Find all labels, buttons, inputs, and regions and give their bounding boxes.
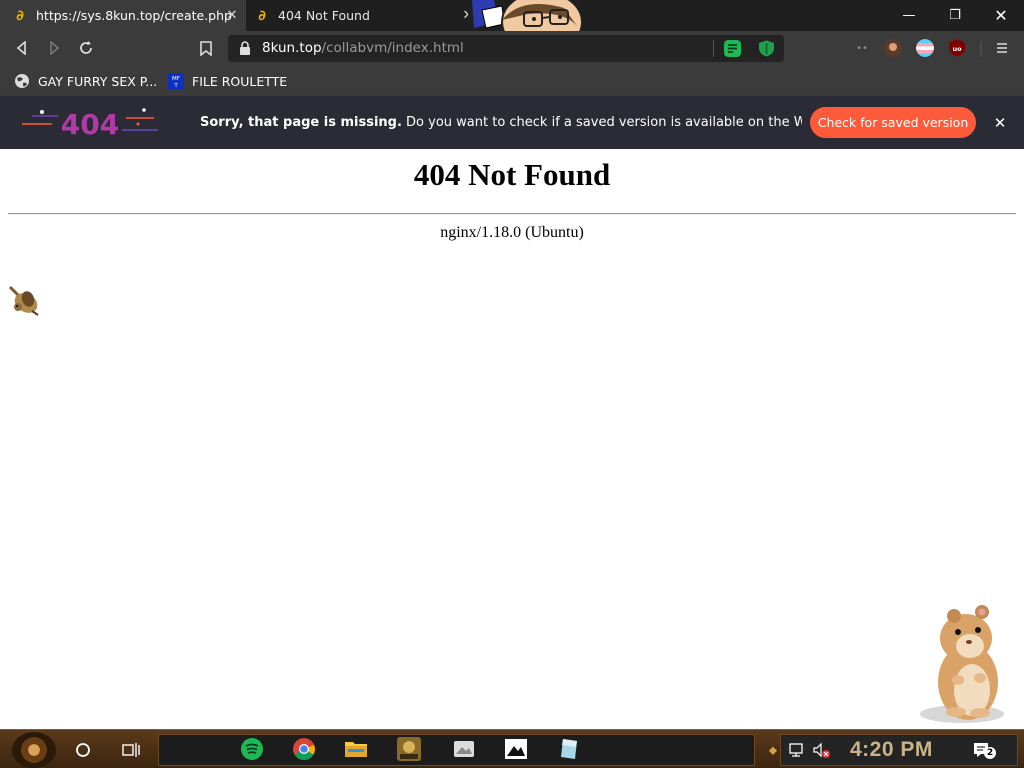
url-text: 8kun.top/collabvm/index.html (262, 40, 464, 56)
back-icon[interactable] (10, 36, 34, 60)
close-tab-icon[interactable]: ✕ (224, 7, 240, 23)
taskbar: ⬥ 4:20 PM (0, 729, 1024, 768)
tab-title: 404 Not Found (278, 8, 370, 23)
close-window-icon[interactable]: ✕ (978, 0, 1024, 31)
toolbar-divider: | (978, 39, 984, 57)
menu-icon[interactable] (990, 36, 1014, 60)
tab-404[interactable]: ∂ 404 Not Found ✕ (246, 0, 476, 31)
mf-favicon-icon: MF T (168, 73, 184, 89)
ice-app-icon[interactable] (557, 737, 581, 761)
bookmark-label: GAY FURRY SEX P... (38, 73, 158, 89)
bookmarks-bar: GAY FURRY SEX P... MF T FILE ROULETTE (0, 65, 1024, 96)
game-icon[interactable] (397, 737, 421, 761)
ublock-icon[interactable]: uo (948, 39, 966, 57)
minimize-icon[interactable]: — (886, 0, 932, 31)
bookmark-gay-furry[interactable]: GAY FURRY SEX P... (14, 71, 157, 91)
lock-icon (240, 41, 250, 55)
globe-icon (14, 73, 30, 89)
extension-dim-icon[interactable]: •• (850, 36, 874, 60)
check-saved-version-button[interactable]: Check for saved version (810, 107, 976, 138)
tab-create-php[interactable]: ∂ https://sys.8kun.top/create.php ✕ (0, 0, 246, 31)
svg-text:MF: MF (172, 76, 180, 82)
bookmark-file-roulette[interactable]: MF T FILE ROULETTE (168, 71, 287, 91)
avatar-extension-icon[interactable] (884, 39, 902, 57)
bird-cursor-image (8, 285, 39, 316)
paperclip-icon: ∂ (258, 7, 266, 24)
bookmark-label: FILE ROULETTE (192, 73, 288, 89)
url-divider (713, 40, 714, 57)
paperclip-icon: ∂ (16, 7, 24, 24)
svg-text:uo: uo (952, 45, 962, 53)
taskbar-clock[interactable]: 4:20 PM (850, 738, 933, 762)
svg-text:T: T (173, 83, 178, 89)
url-host: 8kun.top (262, 40, 322, 56)
page-heading: 404 Not Found (413, 157, 611, 192)
wayback-notice-bar: 404 Sorry, that page is missing. Do you … (0, 96, 1024, 149)
wayback-message-bold: Sorry, that page is missing. (200, 115, 402, 130)
close-notice-icon[interactable]: ✕ (990, 113, 1010, 133)
spotify-icon[interactable] (240, 737, 264, 761)
page-content: 404 Not Found nginx/1.18.0 (Ubuntu) (0, 149, 1024, 729)
restore-icon[interactable]: ❐ (932, 0, 978, 31)
image-viewer-icon[interactable] (504, 737, 528, 761)
start-icon[interactable] (12, 732, 56, 768)
wayback-message: Sorry, that page is missing. Do you want… (200, 115, 802, 130)
svg-text:404: 404 (61, 108, 119, 141)
file-explorer-icon[interactable] (344, 737, 368, 761)
address-bar[interactable]: 8kun.top/collabvm/index.html (228, 35, 784, 62)
forward-icon[interactable] (42, 36, 66, 60)
url-path: /collabvm/index.html (321, 40, 464, 56)
wayback-404-logo: 404 (22, 108, 158, 141)
notes-extension-icon[interactable] (724, 40, 741, 57)
volume-muted-icon[interactable] (812, 741, 830, 759)
chrome-icon[interactable] (292, 737, 316, 761)
flag-extension-icon[interactable] (916, 39, 934, 57)
photo-app-icon[interactable] (452, 737, 476, 761)
tray-overflow-icon[interactable]: ⬥ (764, 741, 782, 759)
network-icon[interactable] (788, 741, 806, 759)
cortana-icon[interactable] (68, 735, 98, 765)
bookmark-icon[interactable] (194, 36, 218, 60)
task-view-icon[interactable] (116, 735, 146, 765)
reload-icon[interactable] (74, 36, 98, 60)
browser-toolbar: 8kun.top/collabvm/index.html •• uo | (0, 31, 1024, 65)
hamster-image (920, 605, 1004, 723)
wayback-message-rest: Do you want to check if a saved version … (406, 115, 802, 130)
notification-count-badge: 2 (984, 747, 996, 759)
tab-title: https://sys.8kun.top/create.php (36, 8, 232, 23)
shield-extension-icon[interactable] (758, 40, 775, 57)
divider (8, 213, 1016, 215)
server-signature: nginx/1.18.0 (Ubuntu) (440, 224, 584, 241)
